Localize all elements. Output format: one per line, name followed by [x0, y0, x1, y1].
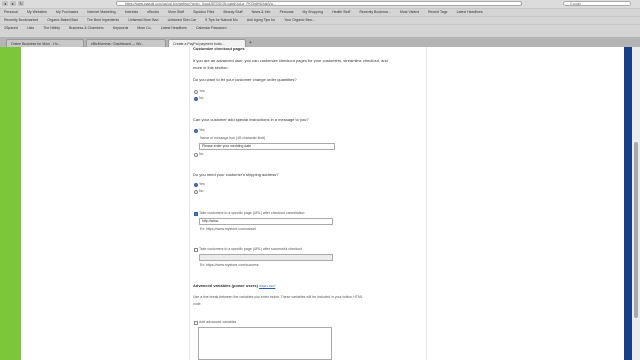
bookmark-item[interactable]: Mom Stuff — [164, 9, 188, 16]
success-url-example: Ex: https://www.mystore.com/success — [200, 263, 259, 267]
bookmarks-bar-2: Recently Bookmarked Organic Baked Bad Th… — [0, 16, 640, 24]
bookmark-item[interactable]: The Nibbly — [39, 25, 64, 32]
cancel-url-label: Take customers to a specific page (URL) … — [199, 211, 305, 215]
bookmark-item[interactable]: Mom Co. — [133, 25, 155, 32]
bookmark-item[interactable]: Business & Chambers — [65, 25, 108, 32]
bookmark-item[interactable]: Personal — [0, 9, 22, 16]
instructions-question: Can your customer add special instructio… — [193, 117, 309, 122]
quantity-yes-radio[interactable] — [194, 90, 198, 94]
right-blue-bar — [624, 47, 632, 360]
bookmark-item[interactable]: Latest Headlines — [453, 9, 487, 16]
advanced-description-2: code. — [193, 302, 202, 306]
cancel-url-example: Ex: https://www.mystore.com/cancel — [200, 227, 257, 231]
quantity-yes-label: Yes — [199, 89, 205, 93]
shipping-no-label: No — [199, 189, 204, 193]
bookmark-item[interactable]: My Websites — [23, 9, 51, 16]
search-box[interactable]: Google — [563, 1, 631, 6]
toolbar: ◂ ▸ ↻ https://www.paypal.com/us/cgi-bin/… — [0, 0, 640, 8]
bookmark-item[interactable]: News & Info — [248, 9, 275, 16]
bookmark-item[interactable]: Anti Aging Tips for — [243, 17, 279, 24]
tab-strip: Online Business for Mom - Ho... eBizMomm… — [0, 37, 640, 47]
intro-text-2: more in this section. — [193, 65, 229, 70]
reload-icon[interactable]: ↻ — [18, 1, 24, 6]
bookmark-item[interactable]: Lists — [23, 25, 38, 32]
shipping-question: Do you need your customer's shipping add… — [193, 172, 279, 177]
bookmark-item[interactable]: Interests — [121, 9, 142, 16]
advanced-variables-textarea[interactable] — [198, 327, 332, 360]
bookmark-item[interactable]: Internet Marketing — [83, 9, 119, 16]
advanced-variables-label: Add advanced variables — [199, 320, 237, 324]
bookmark-item[interactable]: Squidoo Files — [189, 9, 218, 16]
instructions-no-radio[interactable] — [194, 153, 198, 157]
success-url-label: Take customers to a specific page (URL) … — [199, 247, 303, 251]
advanced-variables-checkbox[interactable] — [194, 321, 198, 325]
bookmark-item[interactable]: Personal — [276, 9, 298, 16]
bookmark-item[interactable]: Recent Tags — [424, 9, 451, 16]
bookmark-item[interactable]: Most Visited — [396, 9, 423, 16]
message-box-input[interactable]: Please enter your wedding date — [199, 143, 335, 150]
new-tab-button[interactable]: + — [249, 40, 252, 46]
bookmark-item[interactable]: Latest Headlines — [157, 25, 191, 32]
instructions-yes-radio[interactable] — [194, 129, 198, 133]
bookmark-item[interactable]: Recently Bookmarked — [0, 17, 42, 24]
shipping-yes-radio[interactable] — [194, 183, 198, 187]
bookmarks-bar-3: 2Spaced Lists The Nibbly Business & Cham… — [0, 24, 640, 38]
form-panel — [189, 47, 427, 360]
left-green-bar — [0, 47, 21, 360]
instructions-no-label: No — [199, 152, 204, 156]
quantity-question: Do you want to let your customer change … — [193, 77, 297, 82]
bookmarks-bar: Personal My Websites My Purchases Intern… — [0, 8, 640, 16]
quantity-no-radio[interactable] — [194, 97, 198, 101]
address-bar[interactable]: https://www.paypal.com/us/cgi-bin/webscr… — [116, 1, 522, 6]
back-arrow-icon[interactable]: ◂ — [2, 1, 8, 6]
section-heading: Customize checkout pages — [193, 46, 245, 51]
success-url-input[interactable] — [199, 254, 333, 261]
bookmark-item[interactable]: eBooks — [143, 9, 163, 16]
message-box-label: Name of message box (40-character limit) — [200, 136, 266, 140]
bookmark-item[interactable]: The Best Ingredients — [83, 17, 123, 24]
advanced-heading: Advanced variables (power users) What's … — [193, 283, 275, 289]
forward-arrow-icon[interactable]: ▸ — [10, 1, 16, 6]
shipping-no-radio[interactable] — [194, 190, 198, 194]
bookmark-item[interactable]: My Purchases — [52, 9, 82, 16]
cancel-url-input[interactable]: http://www. — [199, 218, 333, 225]
bookmark-item[interactable]: 2Spaced — [0, 25, 22, 32]
instructions-yes-label: Yes — [199, 128, 205, 132]
bookmark-item[interactable]: My Shopping — [299, 9, 327, 16]
bookmark-item[interactable]: 5 Tips for Natural Mo — [201, 17, 241, 24]
advanced-heading-text: Advanced variables (power users) — [193, 283, 258, 288]
bookmark-item[interactable]: Unfamed Mom Bad — [124, 17, 162, 24]
quantity-no-label: No — [199, 96, 204, 100]
scrollbar-thumb[interactable] — [634, 142, 638, 318]
bookmark-item[interactable]: Recently Bookmar... — [355, 9, 394, 16]
bookmark-item[interactable]: Beauty Stuff — [219, 9, 246, 16]
whats-this-link[interactable]: What's this? — [259, 284, 275, 288]
bookmark-item[interactable]: Keywords — [109, 25, 132, 32]
tab-online-business[interactable]: Online Business for Mom - Ho... — [6, 39, 84, 47]
success-url-checkbox[interactable] — [194, 248, 198, 252]
intro-text: If you are an advanced user, you can cus… — [193, 58, 388, 63]
browser-chrome: ◂ ▸ ↻ https://www.paypal.com/us/cgi-bin/… — [0, 0, 640, 47]
cancel-url-checkbox[interactable] — [194, 212, 198, 216]
bookmark-item[interactable]: Your Organic Bea... — [280, 17, 318, 24]
shipping-yes-label: Yes — [199, 182, 205, 186]
bookmark-item[interactable]: Health Stuff — [328, 9, 354, 16]
bookmark-item[interactable]: Calendar Password — [192, 25, 231, 32]
tab-ebizmomma-dashboard[interactable]: eBizMomma › Dashboard — Wo... — [86, 39, 166, 47]
bookmark-item[interactable]: Organic Baked Bad — [43, 17, 81, 24]
bookmark-item[interactable]: Unfamed Skin Car — [164, 17, 201, 24]
advanced-description: Use a line break between the variables y… — [193, 295, 363, 299]
